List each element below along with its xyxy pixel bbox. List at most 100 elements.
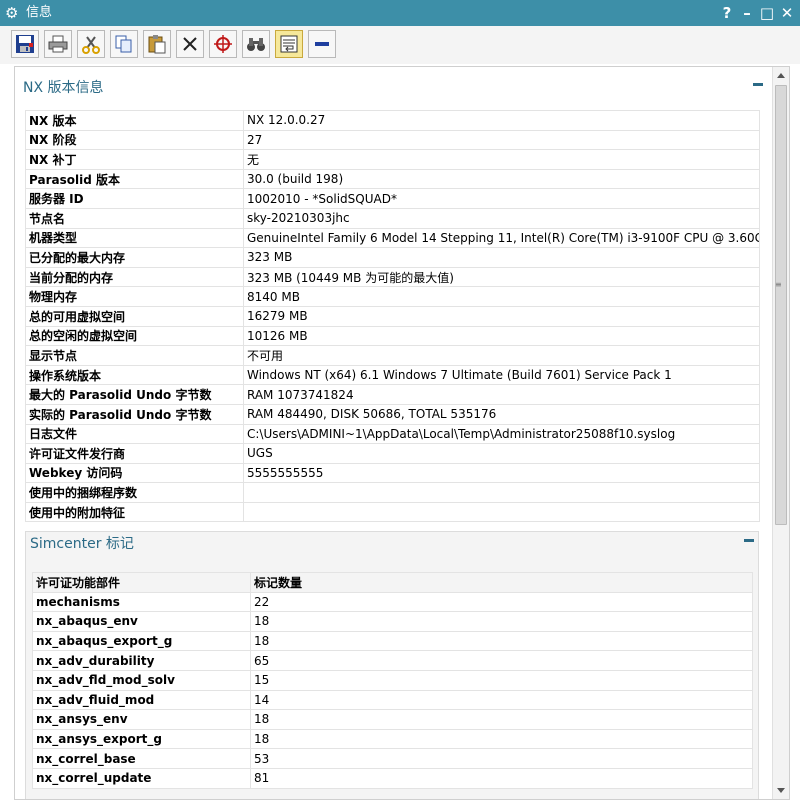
license-count: 18 [250,630,753,652]
info-row: 显示节点 不可用 [25,345,760,366]
minimize-button[interactable]: – [738,3,756,23]
info-key: 物理内存 [25,286,244,307]
simcenter-collapse-icon[interactable] [744,539,754,542]
license-row: nx_adv_durability 65 [32,650,753,671]
license-count: 81 [250,767,753,789]
info-key: 已分配的最大内存 [25,247,244,268]
copy-button[interactable] [110,30,138,58]
info-row: Parasolid 版本 30.0 (build 198) [25,168,760,190]
info-value: 16279 MB [243,305,760,327]
license-count: 14 [250,689,753,711]
license-feature: nx_adv_fld_mod_solv [32,669,251,691]
license-count: 18 [250,728,753,750]
license-feature: nx_correl_update [32,767,251,789]
info-value: RAM 1073741824 [243,384,760,405]
info-value: 8140 MB [243,286,760,307]
info-row: Webkey 访问码 5555555555 [25,462,760,484]
info-value: sky-20210303jhc [243,207,760,229]
simcenter-section-title: Simcenter 标记 [30,536,134,552]
scroll-down-icon[interactable] [777,788,785,793]
license-count: 18 [250,709,753,730]
info-content: NX 版本信息 NX 版本 NX 12.0.0.27 NX 阶段 27 NX 补丁无 Pa… [15,67,773,799]
license-count: 15 [250,669,753,691]
info-panel: NX 版本信息 NX 版本 NX 12.0.0.27 NX 阶段 27 NX 补丁无 Pa… [14,66,790,800]
info-value: RAM 484490, DISK 50686, TOTAL 535176 [243,403,760,425]
info-row: 总的空闲的虚拟空间 10126 MB [25,325,760,347]
info-value: 10126 MB [243,325,760,347]
cut-button[interactable] [77,30,105,58]
license-row: nx_ansys_env 18 [32,709,753,730]
print-icon [48,35,68,53]
info-key: NX 阶段 [25,129,244,151]
info-row: 已分配的最大内存 323 MB [25,247,760,268]
info-row: 节点名 sky-20210303jhc [25,207,760,229]
license-row: nx_correl_update 81 [32,767,753,789]
info-key: 总的可用虚拟空间 [25,305,244,327]
info-row: 实际的 Parasolid Undo 字节数 RAM 484490, DISK 5… [25,403,760,425]
info-key: NX 版本 [25,110,244,131]
binoculars-icon [247,38,265,51]
license-feature: nx_abaqus_export_g [32,630,251,652]
info-value: NX 12.0.0.27 [243,110,760,131]
save-button[interactable] [11,30,39,58]
license-table: 许可证功能部件 标记数量 mechanisms 22 nx_abaqus_env 18 nx… [32,572,753,789]
info-key: 显示节点 [25,345,244,366]
info-key: 最大的 Parasolid Undo 字节数 [25,384,244,405]
license-feature: nx_adv_fluid_mod [32,689,251,711]
license-count: 22 [250,591,753,613]
close-button[interactable]: ✕ [778,3,796,23]
scrollbar-thumb[interactable] [775,85,787,525]
print-button[interactable] [44,30,72,58]
info-key: 机器类型 [25,227,244,249]
info-key: 许可证文件发行商 [25,443,244,464]
info-value: C:\Users\ADMINI~1\AppData\Local\Temp\Adm… [243,423,760,445]
license-row: nx_correl_base 53 [32,748,753,769]
info-key: Webkey 访问码 [25,462,244,484]
info-value: Windows NT (x64) 6.1 Windows 7 Ultimate … [243,364,760,386]
license-row: nx_abaqus_env 18 [32,611,753,632]
info-value: UGS [243,443,760,464]
save-icon [16,35,34,53]
window-title: 信息 [26,5,53,20]
cut-icon [82,36,100,54]
title-bar: ⚙ 信息 ? – □ ✕ [0,0,800,26]
license-feature: nx_ansys_export_g [32,728,251,750]
license-feature: mechanisms [32,591,251,613]
column-header-feature: 许可证功能部件 [32,572,251,593]
info-row: NX 版本 NX 12.0.0.27 [25,110,760,131]
delete-button[interactable] [176,30,204,58]
info-key: 服务器 ID [25,188,244,209]
info-value: 30.0 (build 198) [243,168,760,190]
delete-icon [183,37,197,51]
column-header-count: 标记数量 [250,572,753,593]
crosshair-icon [214,35,232,53]
paste-button[interactable] [143,30,171,58]
license-count: 18 [250,611,753,632]
paste-icon [148,35,166,54]
license-feature: nx_ansys_env [32,709,251,730]
info-value: 323 MB (10449 MB 为可能的最大值) [243,266,760,288]
info-value: 27 [243,129,760,151]
maximize-button[interactable]: □ [758,3,776,23]
info-row: 使用中的捆绑程序数 [25,482,760,503]
info-key: 使用中的附加特征 [25,501,244,523]
nx-info-table: NX 版本 NX 12.0.0.27 NX 阶段 27 NX 补丁无 Parasolid … [25,110,760,523]
crosshair-button[interactable] [209,30,237,58]
info-key: NX 补丁 [25,149,244,170]
info-row: 总的可用虚拟空间 16279 MB [25,305,760,327]
help-button[interactable]: ? [718,3,736,23]
nx-section-collapse-icon[interactable] [753,83,763,86]
info-key: 实际的 Parasolid Undo 字节数 [25,403,244,425]
wrap-text-button[interactable] [275,30,303,58]
info-value [243,501,760,523]
collapse-all-button[interactable] [308,30,336,58]
info-value: 不可用 [243,345,760,366]
find-button[interactable] [242,30,270,58]
wrap-text-icon [280,35,298,53]
vertical-scrollbar[interactable]: ≡ [772,67,789,799]
license-count: 65 [250,650,753,671]
scroll-up-icon[interactable] [777,73,785,78]
license-feature: nx_adv_durability [32,650,251,671]
info-value: 无 [243,149,760,170]
info-key: 当前分配的内存 [25,266,244,288]
